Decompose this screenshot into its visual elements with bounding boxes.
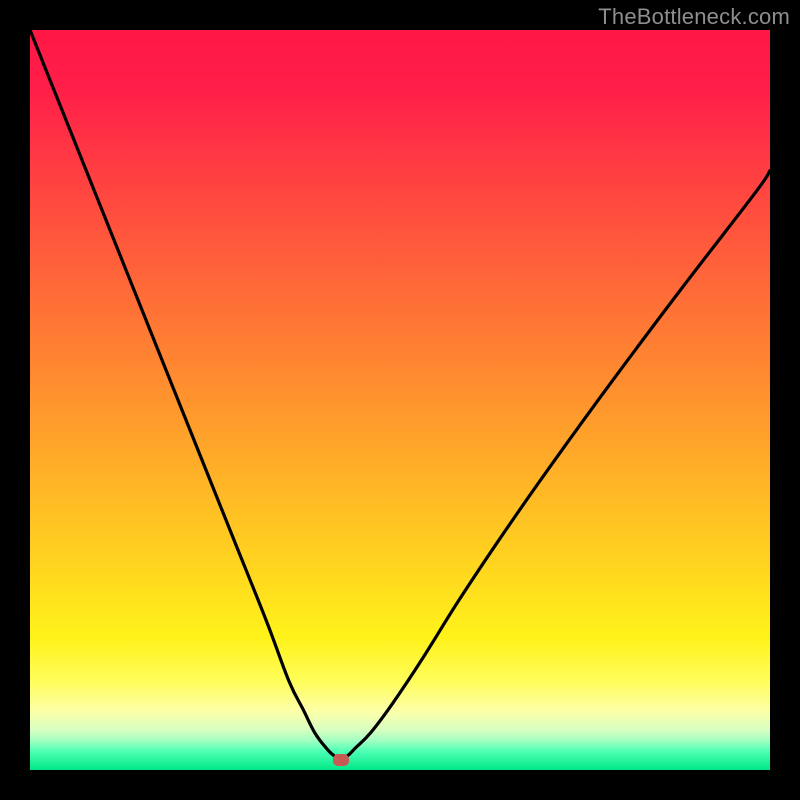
chart-frame: TheBottleneck.com [0, 0, 800, 800]
min-marker [333, 754, 349, 766]
plot-area [30, 30, 770, 770]
watermark-text: TheBottleneck.com [598, 4, 790, 30]
bottleneck-curve [30, 30, 770, 770]
